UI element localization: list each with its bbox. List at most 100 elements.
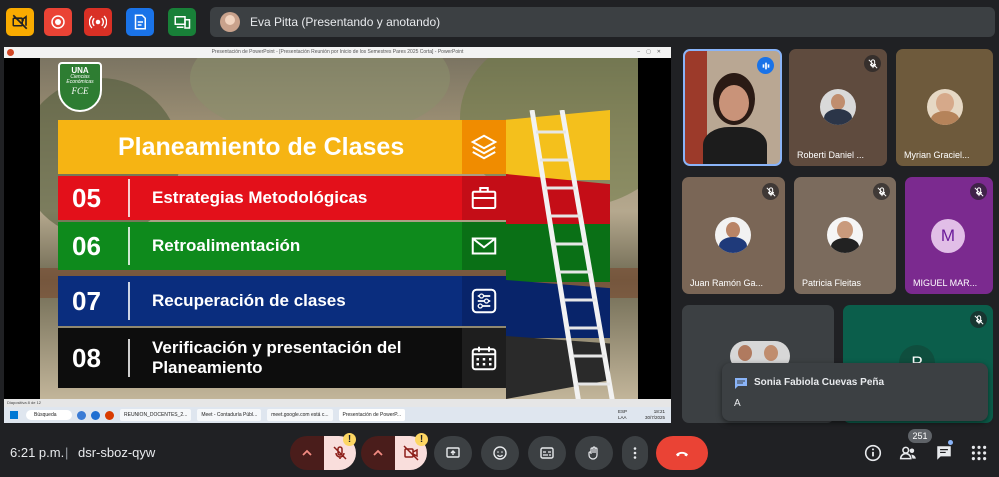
people-button[interactable] bbox=[897, 442, 919, 464]
chat-button[interactable] bbox=[933, 442, 955, 464]
participant-avatar bbox=[820, 89, 856, 125]
participant-name: Roberti Daniel ... bbox=[797, 150, 865, 160]
muted-indicator bbox=[873, 183, 890, 200]
muted-indicator bbox=[762, 183, 779, 200]
layers-icon bbox=[470, 134, 498, 160]
chat-icon bbox=[937, 446, 951, 460]
chat-unread-dot bbox=[948, 440, 953, 445]
row-label: Retroalimentación bbox=[152, 236, 301, 255]
participant-avatar bbox=[827, 217, 863, 253]
layers-icon-box bbox=[462, 120, 506, 174]
calendar-icon-box bbox=[462, 328, 506, 388]
present-screen-button[interactable] bbox=[434, 436, 472, 470]
row-label: Verificación y presentación del Planeami… bbox=[152, 338, 402, 377]
captions-icon bbox=[540, 447, 554, 459]
captions-button[interactable] bbox=[528, 436, 566, 470]
mic-off-icon bbox=[867, 58, 878, 69]
companion-devices-button[interactable] bbox=[168, 8, 196, 36]
powerpoint-logo-icon bbox=[7, 49, 14, 56]
participant-tile[interactable]: Juan Ramón Ga... bbox=[682, 177, 785, 294]
taskbar-app[interactable]: Meet - Contaduría Públ... bbox=[197, 409, 262, 421]
audio-level-icon bbox=[762, 62, 769, 69]
participant-body bbox=[703, 127, 767, 164]
emoji-icon bbox=[493, 446, 507, 460]
bottom-control-bar: 6:21 p.m. | dsr-sboz-qyw ! ! 251 bbox=[0, 428, 999, 477]
mic-off-icon bbox=[973, 314, 984, 325]
participant-tile[interactable]: Myrian Graciel... bbox=[896, 49, 993, 166]
record-icon bbox=[51, 15, 65, 29]
activities-button[interactable] bbox=[968, 442, 990, 464]
participant-count-badge: 251 bbox=[908, 429, 932, 443]
apps-grid-icon bbox=[971, 445, 987, 461]
row-07: 07 Recuperación de clases bbox=[58, 276, 462, 326]
taskbar-app[interactable]: Presentación de PowerP... bbox=[338, 409, 406, 421]
chat-message: A bbox=[734, 398, 741, 409]
chat-sender: Sonia Fabiola Cuevas Peña bbox=[754, 377, 885, 388]
chevron-up-icon bbox=[302, 449, 312, 456]
muted-indicator bbox=[864, 55, 881, 72]
window-controls: –▢✕ bbox=[637, 49, 667, 55]
office-icon[interactable] bbox=[105, 410, 114, 420]
taskbar-app-icon[interactable] bbox=[77, 410, 86, 420]
reactions-button[interactable] bbox=[481, 436, 519, 470]
leave-call-button[interactable] bbox=[656, 436, 708, 470]
audio-options-button[interactable] bbox=[290, 436, 324, 470]
ladder-illustration bbox=[529, 110, 615, 399]
participant-tile-presenter[interactable] bbox=[683, 49, 782, 166]
more-vert-icon bbox=[633, 447, 637, 459]
row-label: Estrategias Metodológicas bbox=[152, 188, 368, 207]
transcript-button[interactable] bbox=[126, 8, 154, 36]
taskbar-app[interactable]: meet.google.com está c... bbox=[267, 409, 333, 421]
taskbar-search[interactable]: Búsqueda bbox=[26, 410, 72, 420]
briefcase-icon-box bbox=[462, 176, 506, 220]
shared-screen: Presentación de PowerPoint - [Presentaci… bbox=[4, 47, 671, 423]
participant-avatar bbox=[927, 89, 963, 125]
taskbar-language[interactable]: ESP LAA bbox=[618, 409, 627, 421]
mail-icon bbox=[471, 237, 497, 255]
recording-button[interactable] bbox=[44, 8, 72, 36]
taskbar-app[interactable]: REUNION_DOCENTES_2... bbox=[120, 409, 192, 421]
separator: | bbox=[65, 445, 69, 460]
row-number: 08 bbox=[58, 339, 130, 377]
presenter-banner[interactable]: Eva Pitta (Presentando y anotando) bbox=[210, 7, 995, 37]
participant-tile[interactable]: M MIGUEL MAR... bbox=[905, 177, 993, 294]
chat-notification[interactable]: Sonia Fabiola Cuevas Peña A bbox=[722, 363, 988, 421]
meeting-code: dsr-sboz-qyw bbox=[78, 445, 156, 460]
participant-name: Patricia Fleitas bbox=[802, 278, 862, 288]
participant-tile[interactable]: Patricia Fleitas bbox=[794, 177, 896, 294]
slide: UNA Ciencias Económicas FCE Planeamiento… bbox=[40, 58, 638, 399]
participant-face bbox=[719, 85, 749, 121]
muted-indicator bbox=[970, 311, 987, 328]
windows-start-icon[interactable] bbox=[10, 411, 18, 419]
participant-tile[interactable]: Roberti Daniel ... bbox=[789, 49, 887, 166]
camera-off-icon bbox=[403, 445, 419, 461]
mic-off-icon bbox=[973, 186, 984, 197]
meeting-details-button[interactable] bbox=[862, 442, 884, 464]
sliders-icon bbox=[471, 288, 497, 314]
mail-icon-box bbox=[462, 222, 506, 270]
participant-avatar bbox=[715, 217, 751, 253]
powerpoint-window-title: Presentación de PowerPoint - [Presentaci… bbox=[211, 49, 464, 55]
present-icon bbox=[446, 447, 460, 458]
row-number: 05 bbox=[58, 179, 130, 217]
hand-icon bbox=[588, 446, 598, 460]
video-options-button[interactable] bbox=[361, 436, 395, 470]
current-time: 6:21 p.m. bbox=[10, 445, 65, 460]
people-icon bbox=[899, 446, 916, 460]
chevron-up-icon bbox=[373, 449, 383, 456]
participant-name: MIGUEL MAR... bbox=[913, 278, 978, 288]
mic-warning-badge: ! bbox=[343, 433, 356, 446]
presenter-avatar bbox=[220, 12, 240, 32]
raise-hand-button[interactable] bbox=[575, 436, 613, 470]
more-options-button[interactable] bbox=[622, 436, 648, 470]
live-stream-button[interactable] bbox=[84, 8, 112, 36]
briefcase-icon bbox=[471, 187, 497, 209]
windows-taskbar: Búsqueda REUNION_DOCENTES_2... Meet - Co… bbox=[4, 407, 671, 423]
mic-off-icon bbox=[333, 446, 347, 460]
row-05: 05 Estrategias Metodológicas bbox=[58, 176, 462, 220]
taskbar-clock[interactable]: 18:21 30/7/2025 bbox=[645, 409, 665, 421]
devices-icon bbox=[174, 16, 191, 29]
edge-icon[interactable] bbox=[91, 410, 100, 420]
meet-window: Eva Pitta (Presentando y anotando) Prese… bbox=[0, 0, 999, 477]
camera-off-indicator-button[interactable] bbox=[6, 8, 34, 36]
